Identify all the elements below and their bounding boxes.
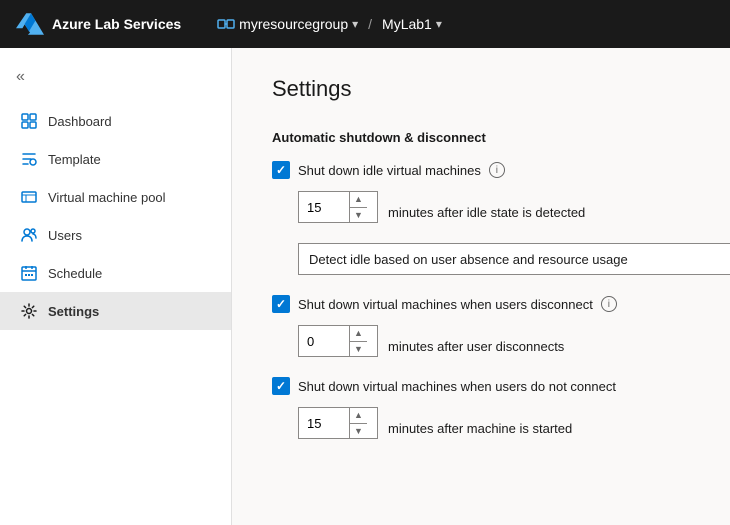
idle-detection-dropdown-row: Detect idle based on user absence and re… — [298, 243, 690, 275]
page-title: Settings — [272, 76, 690, 102]
azure-logo-icon — [16, 13, 44, 35]
sidebar-item-dashboard[interactable]: Dashboard — [0, 102, 231, 140]
disconnect-shutdown-checkbox[interactable] — [272, 295, 290, 313]
users-icon — [20, 226, 38, 244]
idle-shutdown-checkbox[interactable] — [272, 161, 290, 179]
noconnect-shutdown-checkbox[interactable] — [272, 377, 290, 395]
topbar: Azure Lab Services myresourcegroup ▾ / M… — [0, 0, 730, 48]
noconnect-minutes-up-button[interactable]: ▲ — [350, 408, 367, 424]
noconnect-minutes-input[interactable] — [299, 408, 349, 438]
disconnect-shutdown-row: Shut down virtual machines when users di… — [272, 295, 690, 313]
idle-minutes-row: ▲ ▼ minutes after idle state is detected — [272, 191, 690, 233]
idle-minutes-input[interactable] — [299, 192, 349, 222]
dashboard-label: Dashboard — [48, 114, 112, 129]
sidebar-item-settings[interactable]: Settings — [0, 292, 231, 330]
disconnect-minutes-spinner[interactable]: ▲ ▼ — [298, 325, 378, 357]
vm-pool-label: Virtual machine pool — [48, 190, 166, 205]
idle-detection-dropdown[interactable]: Detect idle based on user absence and re… — [298, 243, 730, 275]
content-area: Settings Automatic shutdown & disconnect… — [232, 48, 730, 525]
template-icon — [20, 150, 38, 168]
noconnect-shutdown-label: Shut down virtual machines when users do… — [298, 379, 616, 394]
sidebar-item-template[interactable]: Template — [0, 140, 231, 178]
lab-name: MyLab1 — [382, 16, 432, 32]
idle-minutes-down-button[interactable]: ▼ — [350, 208, 367, 223]
section-title: Automatic shutdown & disconnect — [272, 130, 690, 145]
sidebar-collapse-button[interactable]: « — [0, 60, 231, 94]
disconnect-minutes-label: minutes after user disconnects — [388, 339, 564, 354]
schedule-label: Schedule — [48, 266, 102, 281]
sidebar-item-schedule[interactable]: Schedule — [0, 254, 231, 292]
idle-minutes-spinner-buttons: ▲ ▼ — [349, 192, 367, 222]
sidebar-item-vm-pool[interactable]: Virtual machine pool — [0, 178, 231, 216]
nav-separator: / — [368, 16, 372, 32]
disconnect-minutes-down-button[interactable]: ▼ — [350, 342, 367, 357]
disconnect-shutdown-label: Shut down virtual machines when users di… — [298, 297, 593, 312]
noconnect-minutes-label: minutes after machine is started — [388, 421, 572, 436]
noconnect-minutes-row: ▲ ▼ minutes after machine is started — [272, 407, 690, 449]
noconnect-minutes-down-button[interactable]: ▼ — [350, 424, 367, 439]
resource-group-icon — [217, 15, 235, 33]
idle-shutdown-label: Shut down idle virtual machines — [298, 163, 481, 178]
noconnect-minutes-spinner[interactable]: ▲ ▼ — [298, 407, 378, 439]
disconnect-minutes-up-button[interactable]: ▲ — [350, 326, 367, 342]
main-layout: « Dashboard Template — [0, 48, 730, 525]
dashboard-icon — [20, 112, 38, 130]
vm-pool-icon — [20, 188, 38, 206]
noconnect-minutes-spinner-buttons: ▲ ▼ — [349, 408, 367, 438]
disconnect-minutes-row: ▲ ▼ minutes after user disconnects — [272, 325, 690, 367]
idle-shutdown-row: Shut down idle virtual machines i — [272, 161, 690, 179]
noconnect-shutdown-row: Shut down virtual machines when users do… — [272, 377, 690, 395]
resource-group-chevron[interactable]: ▾ — [352, 17, 358, 31]
idle-minutes-label: minutes after idle state is detected — [388, 205, 585, 220]
lab-chevron[interactable]: ▾ — [436, 17, 442, 31]
sidebar: « Dashboard Template — [0, 48, 232, 525]
lab-selector[interactable]: MyLab1 ▾ — [382, 16, 442, 32]
template-label: Template — [48, 152, 101, 167]
idle-minutes-up-button[interactable]: ▲ — [350, 192, 367, 208]
resource-group-selector[interactable]: myresourcegroup ▾ — [217, 15, 358, 33]
settings-icon — [20, 302, 38, 320]
disconnect-minutes-input[interactable] — [299, 326, 349, 356]
idle-shutdown-info-icon[interactable]: i — [489, 162, 505, 178]
users-label: Users — [48, 228, 82, 243]
resource-group-name: myresourcegroup — [239, 16, 348, 32]
idle-detection-value: Detect idle based on user absence and re… — [309, 252, 628, 267]
sidebar-item-users[interactable]: Users — [0, 216, 231, 254]
breadcrumb-nav: myresourcegroup ▾ / MyLab1 ▾ — [217, 15, 442, 33]
app-title: Azure Lab Services — [52, 16, 181, 32]
idle-minutes-spinner[interactable]: ▲ ▼ — [298, 191, 378, 223]
disconnect-shutdown-info-icon[interactable]: i — [601, 296, 617, 312]
logo-area: Azure Lab Services — [16, 13, 181, 35]
schedule-icon — [20, 264, 38, 282]
disconnect-minutes-spinner-buttons: ▲ ▼ — [349, 326, 367, 356]
auto-shutdown-section: Automatic shutdown & disconnect Shut dow… — [272, 130, 690, 449]
settings-label: Settings — [48, 304, 99, 319]
